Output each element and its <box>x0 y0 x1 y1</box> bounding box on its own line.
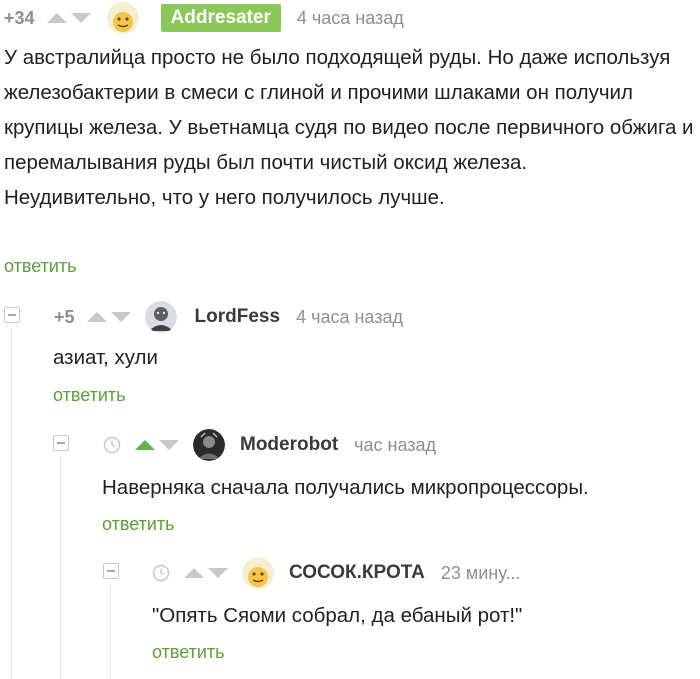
reply-link[interactable]: ответить <box>4 256 77 277</box>
avatar[interactable] <box>144 301 177 333</box>
arrow-down-icon[interactable] <box>70 13 91 23</box>
comment-header: +34 Addresater 4 часа назад <box>4 0 404 36</box>
reply-link[interactable]: ответить <box>53 385 126 406</box>
comment-time[interactable]: час назад <box>354 435 436 456</box>
comment-text: У австралийца просто не было подходящей … <box>4 40 698 215</box>
arrow-down-icon[interactable] <box>159 440 179 450</box>
arrow-up-icon[interactable] <box>135 440 155 450</box>
avatar[interactable] <box>106 2 139 34</box>
clock-icon <box>152 564 170 582</box>
comment-header: Moderobot час назад <box>103 427 436 463</box>
reply-link[interactable]: ответить <box>152 642 225 663</box>
comment-time[interactable]: 4 часа назад <box>296 307 403 328</box>
comment-username[interactable]: Addresater <box>160 4 281 32</box>
clock-icon <box>103 436 121 454</box>
comment-rating: +34 <box>4 7 35 28</box>
comment-time[interactable]: 4 часа назад <box>297 8 404 29</box>
thread-line[interactable] <box>110 585 111 679</box>
thread-line[interactable] <box>60 457 61 679</box>
avatar[interactable] <box>242 557 274 589</box>
thread-line[interactable] <box>11 329 12 679</box>
comment-rating: +5 <box>54 306 75 327</box>
comment-time[interactable]: 23 мину... <box>441 563 521 584</box>
arrow-up-icon[interactable] <box>46 13 67 23</box>
collapse-icon[interactable] <box>103 563 119 579</box>
arrow-down-icon[interactable] <box>208 568 228 578</box>
arrow-down-icon[interactable] <box>110 312 131 322</box>
comment-text: Наверняка сначала получались микропроцес… <box>102 476 589 499</box>
collapse-icon[interactable] <box>53 435 69 451</box>
avatar[interactable] <box>193 429 225 461</box>
comment-header: СОСОК.КРОТА 23 мину... <box>152 555 520 591</box>
comment-username[interactable]: Moderobot <box>240 434 338 456</box>
comment-text: азиат, хули <box>53 346 158 369</box>
arrow-up-icon[interactable] <box>86 312 107 322</box>
comment-header: +5 LordFess 4 часа назад <box>54 299 403 335</box>
comment-paragraph: У австралийца просто не было подходящей … <box>4 46 694 174</box>
comment-username[interactable]: LordFess <box>195 306 281 328</box>
comments-thread: +34 Addresater 4 часа назад У австралийц… <box>0 0 700 679</box>
comment-text: "Опять Сяоми собрал, да ебаный рот!" <box>152 604 523 627</box>
collapse-icon[interactable] <box>4 307 20 323</box>
reply-link[interactable]: ответить <box>102 514 175 535</box>
comment-username[interactable]: СОСОК.КРОТА <box>289 562 425 584</box>
arrow-up-icon[interactable] <box>184 568 204 578</box>
comment-paragraph: Неудивительно, что у него получилось луч… <box>4 186 445 209</box>
